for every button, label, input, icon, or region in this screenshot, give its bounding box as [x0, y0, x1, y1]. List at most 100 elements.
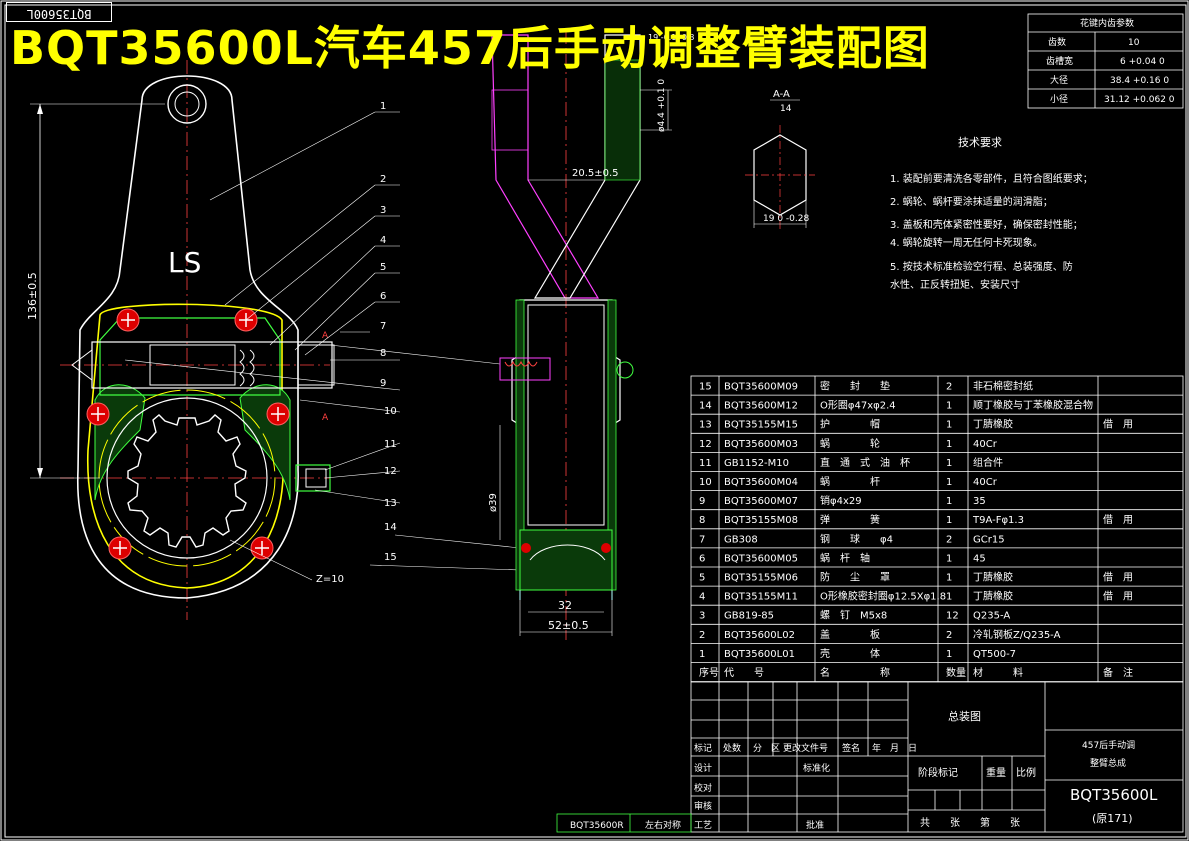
bom-header-material: 材 料 — [973, 666, 1023, 679]
bom-cell-material: 40Cr — [973, 477, 998, 488]
svg-text:7: 7 — [380, 321, 386, 332]
svg-text:签名: 签名 — [842, 742, 860, 754]
bom-cell-material: 冷轧钢板Z/Q235-A — [973, 628, 1061, 641]
svg-text:457后手动调: 457后手动调 — [1082, 739, 1135, 751]
svg-text:1. 装配前要清洗各零部件，且符合图纸要求；: 1. 装配前要清洗各零部件，且符合图纸要求； — [890, 172, 1093, 185]
bom-cell-name: 销φ4x29 — [820, 494, 862, 507]
bom-cell-no: 12 — [699, 439, 712, 450]
title-block-text: 总装图 457后手动调 整臂总成 BQT35600L (原171) 阶段标记 重… — [694, 709, 1158, 831]
svg-text:BQT35600R: BQT35600R — [570, 821, 624, 831]
bom-cell-name: 蜗 杆 轴 — [820, 551, 870, 564]
bom-cell-code: GB1152-M10 — [724, 458, 789, 469]
bom-cell-note: 借 用 — [1103, 514, 1133, 526]
callout-leaders — [124, 111, 521, 571]
bom-cell-code: BQT35600M04 — [724, 477, 798, 488]
bom-cell-no: 5 — [699, 573, 705, 584]
svg-text:审核: 审核 — [694, 800, 712, 812]
bom-cell-material: 丁腈橡胶 — [973, 571, 1013, 584]
bom-cell-code: BQT35600L02 — [724, 630, 795, 641]
bom-cell-name: 防 尘 罩 — [820, 571, 890, 584]
svg-text:3: 3 — [380, 205, 386, 216]
section-aa: A-A 14 19 0 -0.28 — [745, 89, 815, 230]
bom-header-code: 代 号 — [724, 667, 764, 679]
svg-text:小径: 小径 — [1050, 93, 1068, 105]
bom-cell-code: BQT35155M08 — [724, 515, 798, 526]
bom-cell-no: 8 — [699, 515, 705, 526]
tech-title: 技术要求 — [958, 136, 1002, 149]
svg-text:19 0 -0.28: 19 0 -0.28 — [763, 214, 809, 224]
bom-cell-material: 35 — [973, 496, 986, 507]
drawing-canvas: 136±0.5 LS Z=10 A A 1 2 3 4 5 6 7 8 9 10 — [0, 0, 1189, 841]
bom-cell-material: 丁腈橡胶 — [973, 418, 1013, 431]
bom-cell-no: 7 — [699, 534, 705, 545]
bom-cell-name: 密 封 垫 — [820, 380, 890, 393]
bom-cell-name: 护 帽 — [820, 418, 880, 431]
title-block-grid — [690, 681, 1184, 833]
bom-header-no: 序号 — [699, 666, 719, 679]
svg-text:分 区: 分 区 — [753, 743, 780, 754]
bom-cell-code: BQT35600M05 — [724, 553, 798, 564]
bom-cell-qty: 1 — [946, 401, 952, 412]
svg-text:校对: 校对 — [694, 782, 712, 794]
bom-cell-code: BQT35600M09 — [724, 382, 798, 393]
bom-cell-qty: 1 — [946, 420, 952, 431]
svg-text:10: 10 — [1128, 38, 1140, 48]
screw-icon — [108, 536, 132, 560]
svg-text:2. 蜗轮、蜗杆要涂抹适量的润滑脂；: 2. 蜗轮、蜗杆要涂抹适量的润滑脂； — [890, 195, 1053, 208]
svg-text:阶段标记: 阶段标记 — [918, 766, 958, 779]
bom-cell-qty: 1 — [946, 496, 952, 507]
bom-cell-qty: 1 — [946, 573, 952, 584]
bom-cell-qty: 1 — [946, 553, 952, 564]
bom-cell-no: 11 — [699, 458, 712, 469]
bom-cell-name: 钢 球 φ4 — [820, 532, 893, 545]
bom-cell-code: BQT35155M06 — [724, 573, 798, 584]
bom-cell-material: 组合件 — [973, 456, 1003, 469]
svg-text:14: 14 — [780, 104, 792, 114]
bom-cell-material: T9A-Fφ1.3 — [972, 515, 1024, 526]
bom-cell-code: GB819-85 — [724, 611, 774, 622]
svg-text:标准化: 标准化 — [803, 762, 830, 774]
teeth-label: Z=10 — [316, 574, 344, 585]
svg-text:4: 4 — [380, 235, 386, 246]
bom-cell-no: 1 — [699, 649, 705, 660]
svg-text:标记: 标记 — [694, 742, 712, 754]
bom-cell-no: 13 — [699, 420, 712, 431]
side-view: 20.5±0.5 ø4.4 +0.1 0 19 -0.1 -0.3 ø39 32… — [488, 30, 694, 640]
bom-cell-name: 壳 体 — [820, 647, 880, 660]
bom-cell-name: 蜗 杆 — [820, 476, 880, 488]
bom-cell-no: 3 — [699, 611, 705, 622]
bom-text: 15 BQT35600M09 密 封 垫 2 非石棉密封纸14 BQT35600M12 O形… — [699, 380, 1133, 680]
bom-cell-material: 丁腈橡胶 — [973, 590, 1013, 603]
bom-cell-qty: 12 — [946, 611, 959, 622]
bom-cell-qty: 2 — [946, 534, 952, 545]
bom-cell-code: BQT35600M07 — [724, 496, 798, 507]
svg-text:6: 6 — [380, 291, 386, 302]
bom-header-qty: 数量 — [946, 666, 966, 679]
svg-text:A-A: A-A — [773, 89, 790, 100]
svg-text:处数: 处数 — [723, 742, 741, 754]
height-dimension: 136±0.5 — [26, 272, 39, 320]
bom-cell-qty: 1 — [946, 592, 952, 603]
bom-cell-name: 弹 簧 — [820, 513, 880, 526]
bom-cell-material: 40Cr — [973, 439, 998, 450]
bom-cell-code: BQT35155M15 — [724, 420, 798, 431]
bom-cell-note: 借 用 — [1103, 591, 1133, 603]
spline-params-text: 花键内齿参数 齿数 10 齿槽宽 6 +0.04 0 大径 38.4 +0.16… — [1046, 17, 1175, 105]
bom-cell-no: 2 — [699, 630, 705, 641]
screw-icon — [116, 308, 140, 332]
bom-cell-no: 14 — [699, 401, 712, 412]
bom-cell-name: 蜗 轮 — [820, 437, 880, 450]
bom-header-note: 备 注 — [1103, 666, 1133, 679]
bom-cell-code: BQT35155M11 — [724, 592, 798, 603]
bom-cell-qty: 1 — [946, 649, 952, 660]
tech-requirements: 技术要求 1. 装配前要清洗各零部件，且符合图纸要求； 2. 蜗轮、蜗杆要涂抹适… — [890, 136, 1093, 291]
bom-cell-name: 螺 钉 M5x8 — [820, 610, 887, 622]
svg-text:更改文件号: 更改文件号 — [783, 742, 828, 754]
bom-cell-material: 45 — [973, 553, 986, 564]
svg-text:花键内齿参数: 花键内齿参数 — [1080, 17, 1134, 29]
bom-cell-no: 9 — [699, 496, 705, 507]
drawing-number: BQT35600L — [1070, 786, 1158, 804]
bom-cell-name: 盖 板 — [820, 628, 880, 641]
svg-text:4. 蜗轮旋转一周无任何卡死现象。: 4. 蜗轮旋转一周无任何卡死现象。 — [890, 236, 1043, 249]
svg-text:5. 按技术标准检验空行程、总装强度、防: 5. 按技术标准检验空行程、总装强度、防 — [890, 260, 1073, 273]
